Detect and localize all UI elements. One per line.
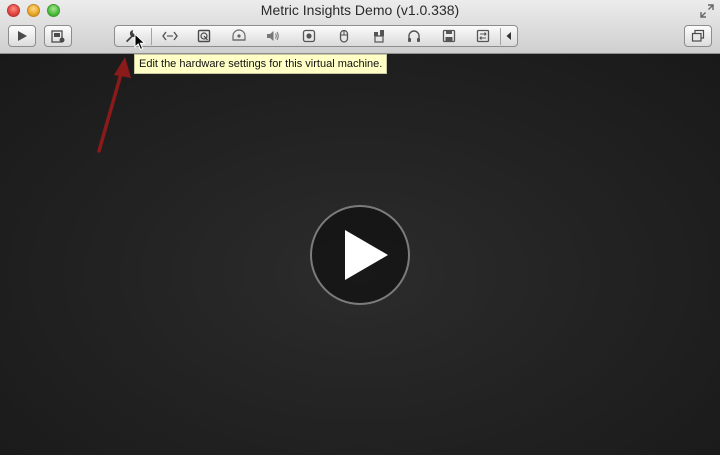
snapshot-button[interactable] (44, 25, 72, 47)
fullscreen-icon[interactable] (700, 4, 714, 18)
tooltip: Edit the hardware settings for this virt… (134, 54, 388, 74)
toolbar-separator (500, 28, 501, 45)
camera-icon[interactable] (302, 29, 316, 43)
mouse-icon[interactable] (337, 29, 351, 43)
hard-disk-icon[interactable] (197, 29, 211, 43)
window-title: Metric Insights Demo (v1.0.338) (260, 2, 460, 18)
mouse-cursor-icon (134, 33, 146, 51)
sound-icon[interactable] (266, 29, 280, 43)
hardware-toolbar (114, 25, 518, 47)
annotation-arrow (97, 57, 131, 153)
windows-icon (691, 29, 705, 42)
shared-folder-icon[interactable] (476, 29, 490, 43)
start-vm-overlay-button[interactable] (310, 205, 410, 305)
start-vm-button[interactable] (8, 25, 36, 47)
optical-drive-icon[interactable] (232, 29, 246, 43)
windows-button[interactable] (684, 25, 712, 47)
network-icon[interactable] (162, 29, 178, 43)
snapshot-icon (51, 30, 65, 43)
headphones-icon[interactable] (407, 29, 421, 43)
toolbar-separator (151, 28, 152, 45)
play-icon (345, 230, 388, 280)
usb-icon[interactable] (372, 29, 386, 43)
floppy-icon[interactable] (442, 29, 456, 43)
play-icon (18, 31, 27, 41)
collapse-toolbar-icon[interactable] (504, 29, 514, 43)
title-bar: Metric Insights Demo (v1.0.338) (0, 0, 720, 54)
vm-window: Metric Insights Demo (v1.0.338) Edit the… (0, 0, 720, 455)
